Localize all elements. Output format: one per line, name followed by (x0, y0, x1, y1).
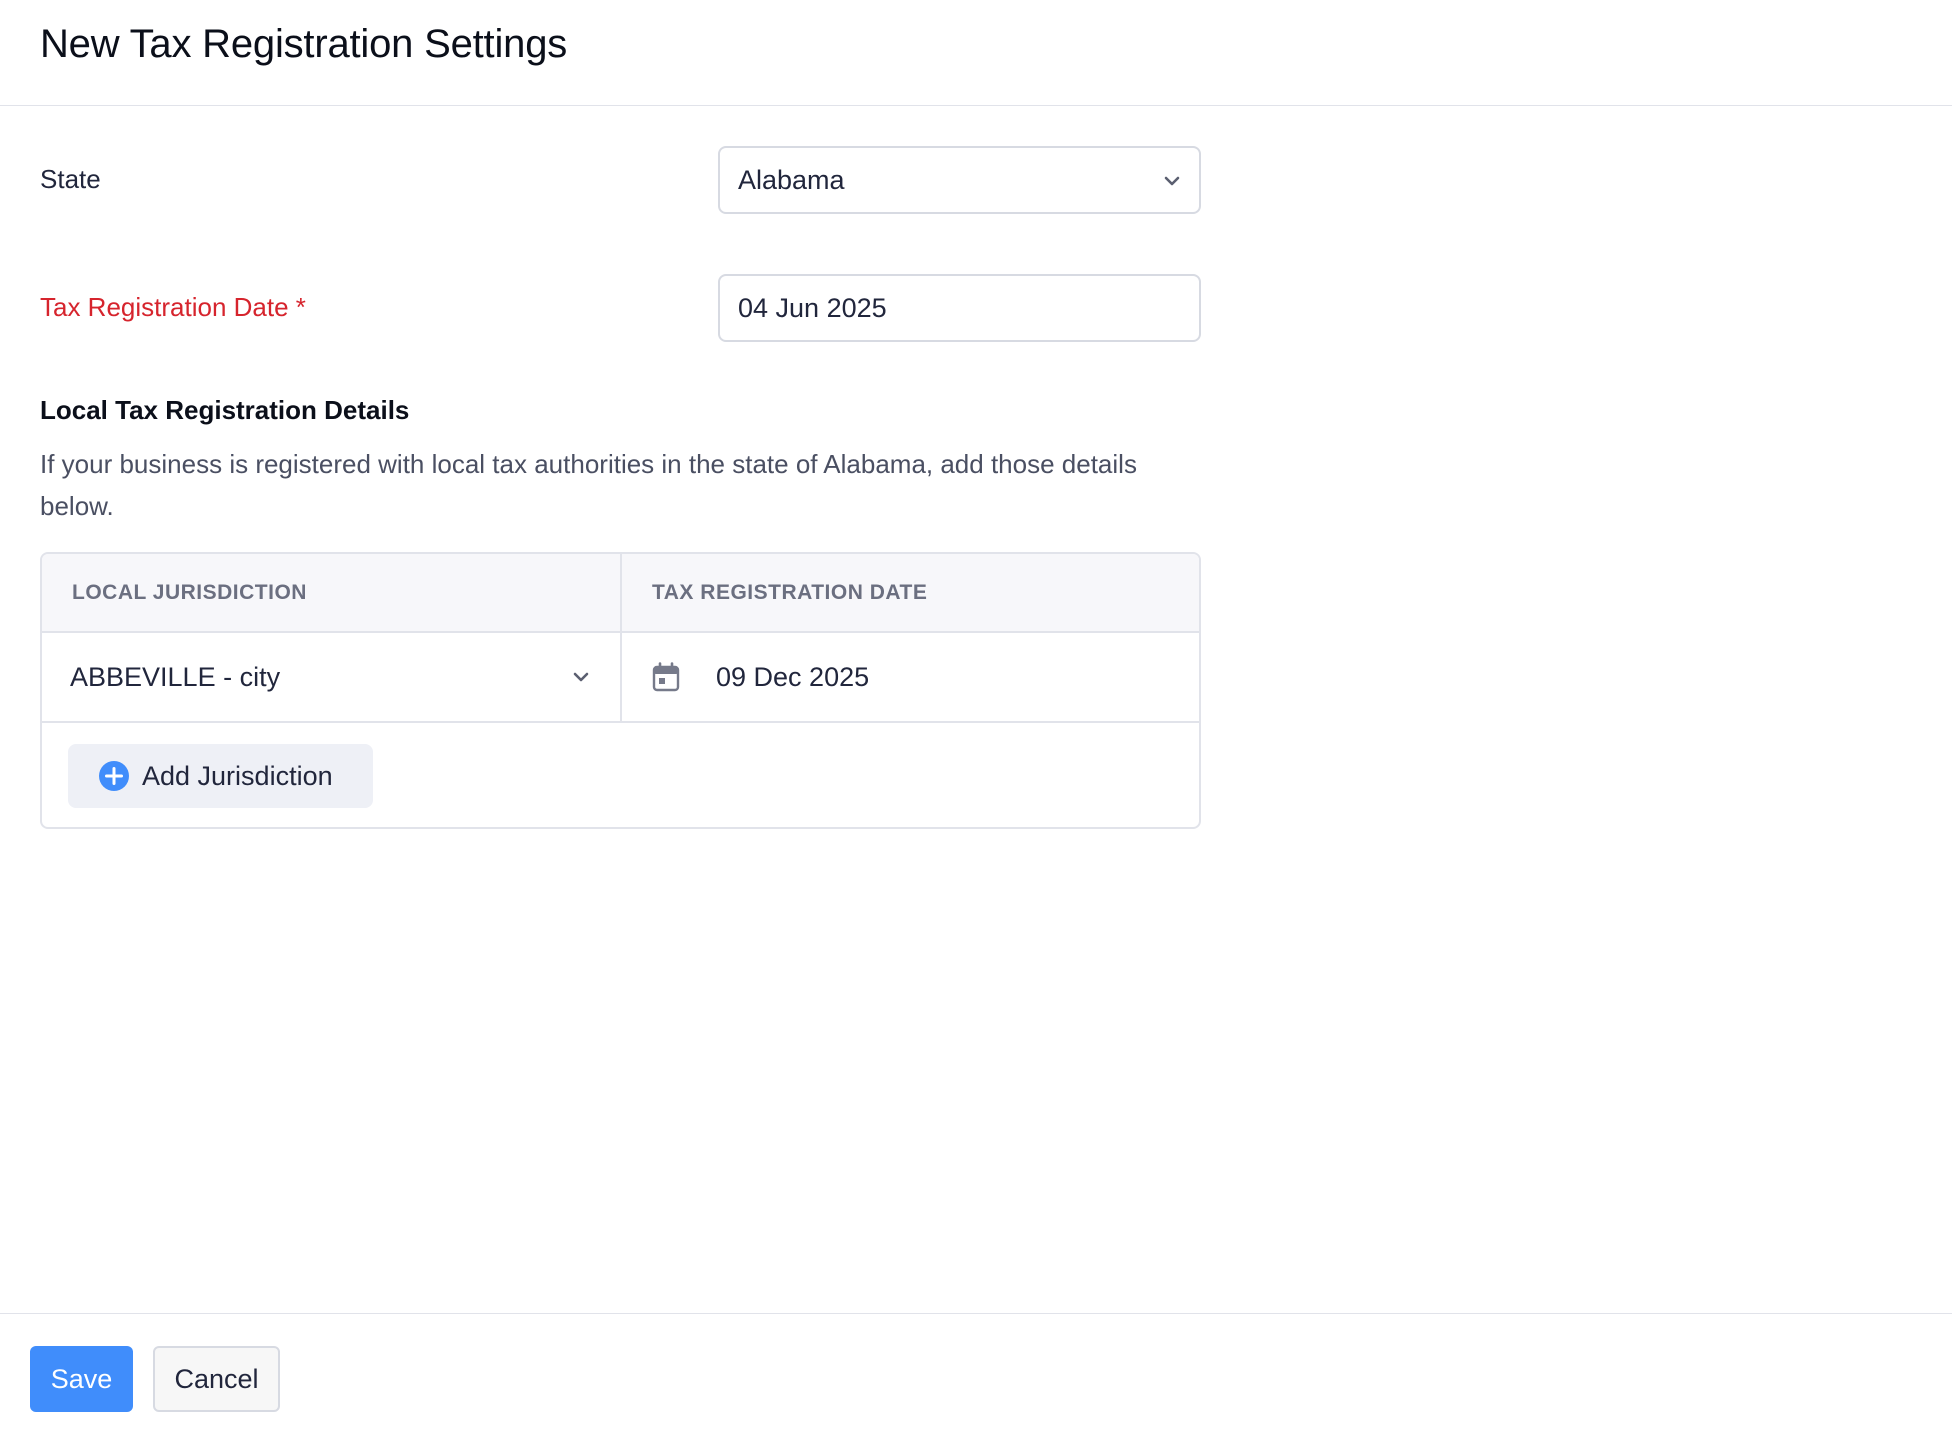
column-header-local-jurisdiction: LOCAL JURISDICTION (42, 554, 622, 631)
add-jurisdiction-button[interactable]: Add Jurisdiction (68, 744, 373, 808)
state-select[interactable]: Alabama (718, 146, 1201, 214)
table-row: ABBEVILLE - city 09 Dec 2025 (42, 633, 1199, 723)
table-header: LOCAL JURISDICTION TAX REGISTRATION DATE (42, 554, 1199, 633)
column-header-tax-registration-date: TAX REGISTRATION DATE (652, 580, 928, 604)
tax-registration-date-label: Tax Registration Date * (40, 292, 306, 322)
jurisdiction-select-value: ABBEVILLE - city (70, 661, 281, 692)
tax-registration-date-input[interactable]: 04 Jun 2025 (718, 274, 1201, 342)
chevron-down-icon (1164, 176, 1180, 186)
local-tax-section-title: Local Tax Registration Details (40, 395, 410, 425)
local-tax-section-description: If your business is registered with loca… (40, 449, 1137, 521)
jurisdiction-select[interactable]: ABBEVILLE - city (42, 633, 622, 721)
add-jurisdiction-label: Add Jurisdiction (142, 760, 333, 791)
state-select-value: Alabama (738, 164, 845, 195)
plus-circle-icon (99, 761, 129, 791)
cancel-button[interactable]: Cancel (153, 1346, 280, 1412)
save-button[interactable]: Save (30, 1346, 133, 1412)
chevron-down-icon (573, 672, 589, 682)
calendar-icon (652, 662, 680, 692)
state-label: State (40, 164, 101, 194)
tax-registration-date-value: 04 Jun 2025 (738, 292, 887, 323)
local-jurisdiction-table: LOCAL JURISDICTION TAX REGISTRATION DATE… (40, 552, 1201, 829)
jurisdiction-date-value: 09 Dec 2025 (716, 661, 870, 692)
page-title: New Tax Registration Settings (40, 22, 568, 66)
form-footer: Save Cancel (0, 1313, 1952, 1448)
tax-registration-page: New Tax Registration Settings State Alab… (0, 0, 1952, 1448)
jurisdiction-date-input[interactable]: 09 Dec 2025 (622, 633, 1199, 721)
page-header: New Tax Registration Settings (0, 0, 1952, 106)
